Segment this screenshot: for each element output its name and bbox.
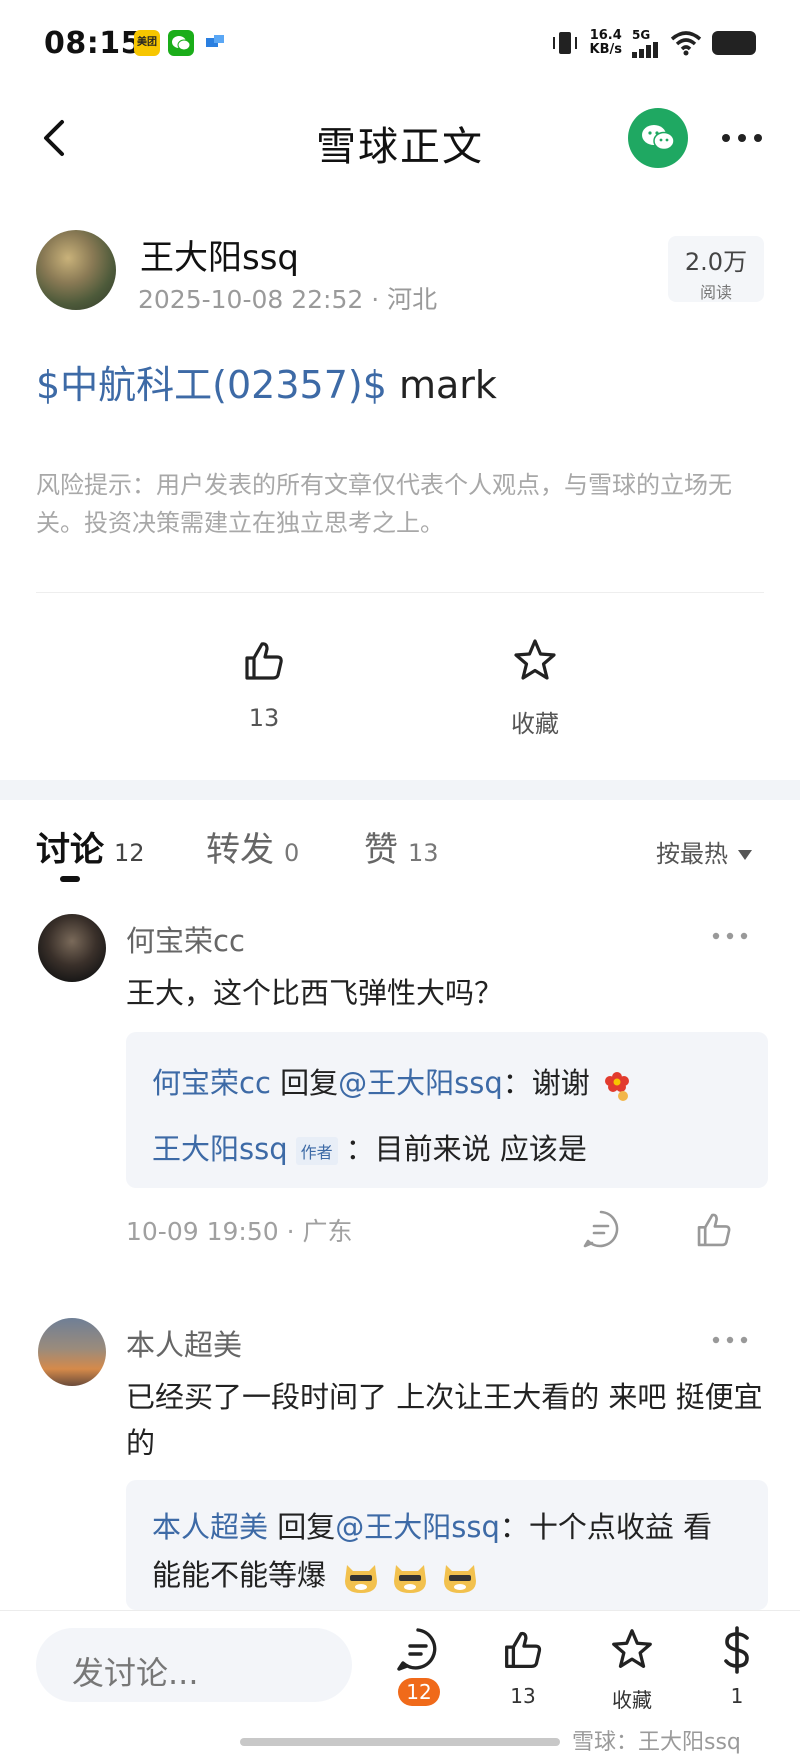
comment-username[interactable]: 何宝荣cc [126, 918, 245, 960]
comment-username[interactable]: 本人超美 [126, 1322, 242, 1364]
doge-emoji-icon [394, 1565, 427, 1593]
reply-username[interactable]: 何宝荣cc [152, 1066, 271, 1100]
reward-count: 1 [730, 1684, 744, 1708]
comment-more-button[interactable] [710, 1332, 750, 1348]
divider [36, 592, 764, 593]
stock-link[interactable]: $中航科工(02357)$ [36, 363, 387, 407]
more-button[interactable] [718, 118, 766, 158]
read-count-badge: 2.0万 阅读 [668, 236, 764, 302]
comment-time: 10-09 19:50 · 广东 [126, 1217, 353, 1246]
reply-line: 本人超美 回复@王大阳ssq：十个点收益 看 [152, 1510, 713, 1544]
comment-text: 已经买了一段时间了 上次让王大看的 来吧 挺便宜的 [126, 1380, 763, 1460]
bottom-favorite-label: 收藏 [612, 1688, 652, 1712]
comment-like-button[interactable] [692, 1208, 736, 1252]
tab-discussion[interactable]: 讨论 12 [36, 822, 145, 871]
reply-username[interactable]: 本人超美 [152, 1510, 268, 1544]
status-bar: 08:15 美团 16.4 KB/s 5G [0, 0, 800, 88]
signal-icon: 5G [632, 28, 660, 58]
reply-box[interactable]: 本人超美 回复@王大阳ssq：十个点收益 看 能能不能等爆 [126, 1480, 768, 1610]
wechat-app-icon [168, 30, 194, 56]
comment-icon [397, 1628, 437, 1671]
post-text: mark [386, 363, 497, 407]
author-name[interactable]: 王大阳ssq [140, 230, 299, 279]
section-separator [0, 780, 800, 800]
comment-icon [583, 1210, 619, 1248]
reply-box[interactable]: 何宝荣cc 回复@王大阳ssq：谢谢 王大阳ssq 作者 ：目前来说 应该是 [126, 1032, 768, 1188]
wifi-icon [670, 31, 702, 56]
read-label: 阅读 [699, 283, 732, 302]
active-tab-indicator [60, 876, 80, 882]
wechat-icon [642, 125, 675, 151]
like-count: 13 [248, 704, 280, 732]
reply-line: 何宝荣cc 回复@王大阳ssq：谢谢 [152, 1060, 635, 1103]
thumbs-up-icon [697, 1213, 731, 1247]
more-icon [712, 932, 748, 940]
doge-emoji-icon [443, 1565, 476, 1593]
discussion-input-placeholder[interactable]: 发讨论... [72, 1648, 199, 1694]
more-icon [712, 1336, 748, 1344]
net-speed: 16.4 KB/s [589, 28, 622, 57]
bottom-like-count: 13 [510, 1684, 536, 1708]
star-icon [612, 1629, 652, 1668]
blue-app-icon [202, 30, 228, 56]
thumbs-up-icon [505, 1631, 542, 1668]
status-time: 08:15 [44, 26, 142, 61]
post-body: $中航科工(02357)$ mark [36, 354, 497, 409]
author-avatar[interactable] [36, 230, 116, 310]
meituan-app-icon: 美团 [134, 30, 160, 56]
like-button[interactable]: 13 [204, 636, 324, 732]
favorite-button[interactable]: 收藏 [475, 636, 595, 739]
watermark: 雪球：王大阳ssq [572, 1730, 741, 1755]
home-indicator[interactable] [240, 1738, 560, 1746]
bottom-favorite-button[interactable]: 收藏 [592, 1626, 672, 1713]
doge-emoji-icon [345, 1565, 378, 1593]
bottom-comment-button[interactable]: 12 [378, 1626, 458, 1706]
bottom-reward-button[interactable]: 1 [697, 1626, 777, 1708]
comment-text: 王大，这个比西飞弹性大吗？ [126, 976, 504, 1010]
comment-more-button[interactable] [710, 928, 750, 944]
reply-username[interactable]: 王大阳ssq [152, 1132, 288, 1166]
favorite-label: 收藏 [511, 710, 559, 738]
tab-likes[interactable]: 赞 13 [364, 822, 439, 871]
network-type: 5G [632, 28, 651, 42]
mention-link[interactable]: @王大阳ssq [338, 1066, 503, 1100]
reply-line-continued: 能能不能等爆 [152, 1552, 480, 1595]
reply-button[interactable] [580, 1208, 622, 1250]
flower-emoji-icon [604, 1072, 629, 1101]
wechat-share-button[interactable] [628, 108, 688, 168]
author-tag: 作者 [295, 1137, 338, 1165]
star-icon [514, 639, 556, 680]
vibrate-icon [552, 32, 577, 54]
bottom-like-button[interactable]: 13 [483, 1626, 563, 1708]
comment-avatar[interactable] [38, 914, 106, 982]
read-count: 2.0万 [684, 248, 748, 276]
risk-notice: 风险提示：用户发表的所有文章仅代表个人观点，与雪球的立场无关。投资决策需建立在独… [36, 471, 732, 537]
sort-dropdown[interactable]: 按最热 [656, 834, 752, 869]
thumbs-up-icon [245, 642, 283, 680]
dollar-icon [724, 1626, 749, 1674]
mention-link[interactable]: @王大阳ssq [335, 1510, 500, 1544]
post-meta: 2025-10-08 22:52 · 河北 [138, 285, 438, 314]
reply-line: 王大阳ssq 作者 ：目前来说 应该是 [152, 1132, 587, 1166]
tab-repost[interactable]: 转发 0 [206, 822, 299, 871]
caret-down-icon [738, 850, 752, 860]
more-icon [722, 134, 762, 142]
battery-icon [712, 31, 756, 55]
nav-bar: 雪球正文 [0, 96, 800, 182]
comment-count-badge: 12 [398, 1678, 440, 1706]
comment-avatar[interactable] [38, 1318, 106, 1386]
